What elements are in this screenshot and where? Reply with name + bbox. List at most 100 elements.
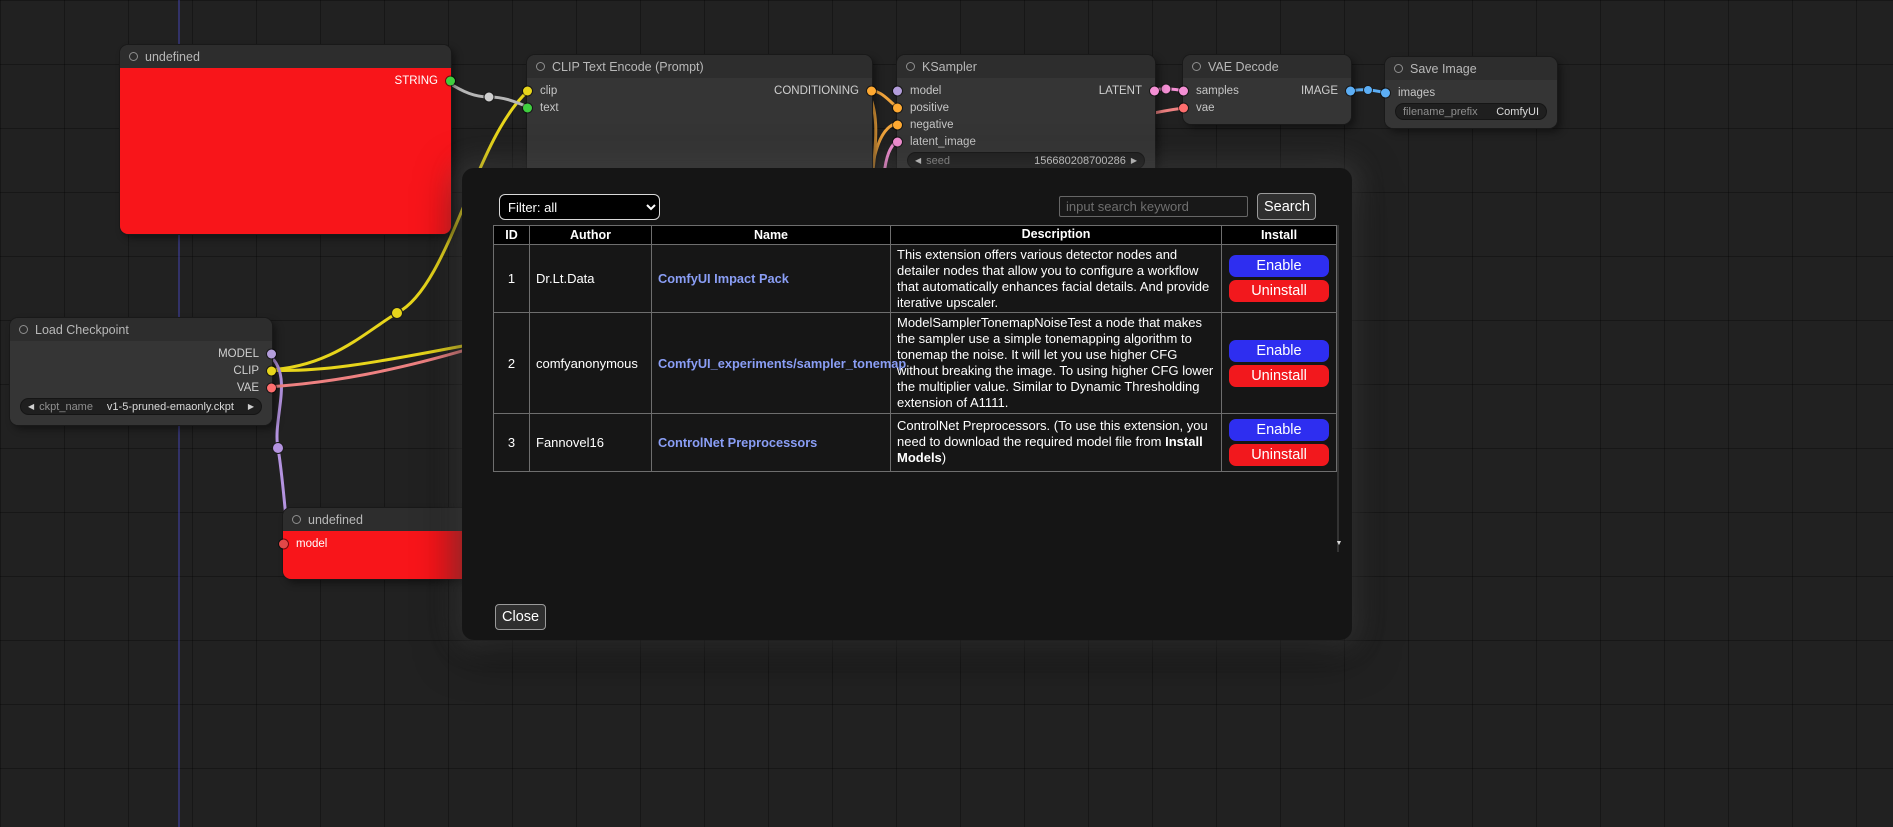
search-input[interactable] <box>1059 196 1248 217</box>
install-cell: Enable Uninstall <box>1222 413 1337 471</box>
input-slot-vae[interactable] <box>1179 103 1188 112</box>
widget-value: v1-5-pruned-emaonly.ckpt <box>107 401 234 413</box>
input-slot-model[interactable] <box>893 86 902 95</box>
enable-button[interactable]: Enable <box>1229 340 1329 362</box>
input-label: latent_image <box>910 136 976 148</box>
increment-arrow-icon[interactable]: ▶ <box>248 403 254 411</box>
output-slot-clip[interactable] <box>267 366 276 375</box>
output-slot-latent[interactable] <box>1150 86 1159 95</box>
increment-arrow-icon[interactable]: ▶ <box>1131 157 1137 165</box>
output-slot-model[interactable] <box>267 349 276 358</box>
table-scrollbar[interactable]: ▼ <box>1337 225 1339 552</box>
description-text: ModelSamplerTonemapNoiseTest a node that… <box>897 315 1213 409</box>
node-body: images filename_prefix ComfyUI <box>1385 80 1557 128</box>
input-slot-model[interactable] <box>279 539 288 548</box>
extensions-table: ID Author Name Description Install 1 Dr.… <box>493 225 1337 472</box>
slot-row: negative <box>897 116 1155 133</box>
output-label: STRING <box>395 75 438 87</box>
reroute-dot-clip[interactable] <box>392 308 403 319</box>
collapse-dot[interactable] <box>1192 62 1201 71</box>
output-slot-conditioning[interactable] <box>867 86 876 95</box>
extension-description: This extension offers various detector n… <box>891 245 1222 313</box>
ckpt-name-widget[interactable]: ◀ ckpt_name v1-5-pruned-emaonly.ckpt ▶ <box>20 398 262 415</box>
close-button[interactable]: Close <box>495 604 546 630</box>
node-save-image[interactable]: Save Image images filename_prefix ComfyU… <box>1385 57 1557 128</box>
node-undefined-top[interactable]: undefined STRING <box>120 45 451 234</box>
slot-row: vae <box>1183 99 1351 116</box>
extension-id: 3 <box>494 413 530 471</box>
input-label: model <box>296 538 327 550</box>
input-label: negative <box>910 119 953 131</box>
node-load-checkpoint[interactable]: Load Checkpoint MODEL CLIP VAE ◀ ckpt_na… <box>10 318 272 425</box>
input-slot-samples[interactable] <box>1179 86 1188 95</box>
reroute-dot-string[interactable] <box>484 92 494 102</box>
extension-description: ControlNet Preprocessors. (To use this e… <box>891 413 1222 471</box>
node-header: Save Image <box>1385 57 1557 80</box>
extension-link[interactable]: ComfyUI Impact Pack <box>658 271 789 286</box>
slot-row: positive <box>897 99 1155 116</box>
input-slot-images[interactable] <box>1381 88 1390 97</box>
graph-canvas[interactable]: undefined STRING CLIP Text Encode (Promp… <box>0 0 1893 827</box>
node-title: undefined <box>308 513 363 527</box>
enable-button[interactable]: Enable <box>1229 419 1329 441</box>
input-slot-clip[interactable] <box>523 86 532 95</box>
input-slot-text[interactable] <box>523 103 532 112</box>
extension-link[interactable]: ComfyUI_experiments/sampler_tonemap <box>658 356 906 371</box>
node-header: undefined <box>120 45 451 68</box>
slot-row: STRING <box>120 72 451 89</box>
collapse-dot[interactable] <box>19 325 28 334</box>
reroute-dot-image[interactable] <box>1364 86 1373 95</box>
input-label: images <box>1398 87 1435 99</box>
node-title: KSampler <box>922 60 977 74</box>
description-text: This extension offers various detector n… <box>897 247 1209 310</box>
input-slot-positive[interactable] <box>893 103 902 112</box>
node-ksampler[interactable]: KSampler model LATENT positive negative … <box>897 55 1155 181</box>
uninstall-button[interactable]: Uninstall <box>1229 365 1329 387</box>
node-body: clip CONDITIONING text <box>527 78 872 176</box>
extension-author: comfyanonymous <box>530 313 652 413</box>
enable-button[interactable]: Enable <box>1229 255 1329 277</box>
widget-value: ComfyUI <box>1496 106 1539 118</box>
extension-description: ModelSamplerTonemapNoiseTest a node that… <box>891 313 1222 413</box>
slot-row: MODEL <box>10 345 272 362</box>
uninstall-button[interactable]: Uninstall <box>1229 444 1329 466</box>
uninstall-button[interactable]: Uninstall <box>1229 280 1329 302</box>
decrement-arrow-icon[interactable]: ◀ <box>28 403 34 411</box>
custom-nodes-manager-dialog: Filter: all Search ID Author Name Descri… <box>462 168 1352 640</box>
reroute-dot-latent[interactable] <box>1161 84 1171 94</box>
node-vae-decode[interactable]: VAE Decode samples IMAGE vae <box>1183 55 1351 124</box>
node-header: Load Checkpoint <box>10 318 272 341</box>
slot-row: images <box>1385 84 1557 101</box>
extension-link[interactable]: ControlNet Preprocessors <box>658 435 817 450</box>
filename-prefix-widget[interactable]: filename_prefix ComfyUI <box>1395 103 1547 120</box>
slot-row: VAE <box>10 379 272 396</box>
filter-select[interactable]: Filter: all <box>499 194 660 220</box>
description-text: ControlNet Preprocessors. (To use this e… <box>897 418 1208 449</box>
output-label: LATENT <box>1099 85 1142 97</box>
node-clip-text-encode[interactable]: CLIP Text Encode (Prompt) clip CONDITION… <box>527 55 872 176</box>
extensions-table-container: ID Author Name Description Install 1 Dr.… <box>493 225 1325 552</box>
input-slot-latent-image[interactable] <box>893 137 902 146</box>
widget-label: filename_prefix <box>1403 106 1478 118</box>
output-label: MODEL <box>218 348 259 360</box>
collapse-dot[interactable] <box>292 515 301 524</box>
node-title: Load Checkpoint <box>35 323 129 337</box>
output-slot-image[interactable] <box>1346 86 1355 95</box>
extension-id: 2 <box>494 313 530 413</box>
slot-row: text <box>527 99 872 116</box>
slot-row: CLIP <box>10 362 272 379</box>
output-slot-vae[interactable] <box>267 383 276 392</box>
collapse-dot[interactable] <box>1394 64 1403 73</box>
input-slot-negative[interactable] <box>893 120 902 129</box>
output-slot-string[interactable] <box>446 76 455 85</box>
decrement-arrow-icon[interactable]: ◀ <box>915 157 921 165</box>
search-button[interactable]: Search <box>1257 193 1316 220</box>
node-header: VAE Decode <box>1183 55 1351 78</box>
collapse-dot[interactable] <box>129 52 138 61</box>
collapse-dot[interactable] <box>906 62 915 71</box>
table-header-row: ID Author Name Description Install <box>494 226 1337 245</box>
reroute-dot-model[interactable] <box>273 443 284 454</box>
input-label: text <box>540 102 559 114</box>
collapse-dot[interactable] <box>536 62 545 71</box>
seed-widget[interactable]: ◀ seed 156680208700286 ▶ <box>907 152 1145 169</box>
